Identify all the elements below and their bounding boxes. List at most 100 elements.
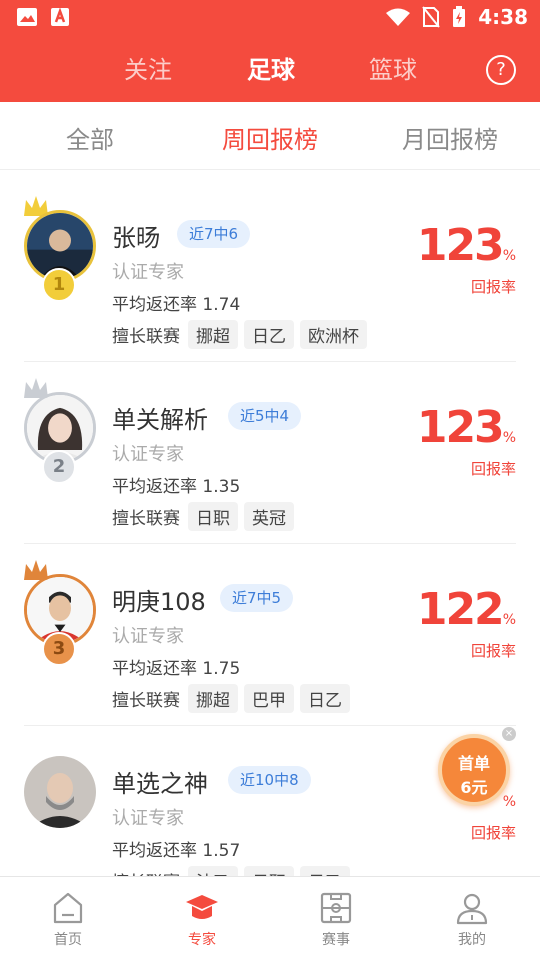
expert-card[interactable]: 3 明庚108 近7中5 认证专家 平均返还率 1.75 擅长联赛 挪超 巴甲 … <box>24 544 516 726</box>
avg-return-label: 平均返还率 <box>112 659 197 679</box>
avatar-container: 1 <box>24 196 96 302</box>
league-tag: 日职 <box>188 501 238 531</box>
expert-card[interactable]: 2 单关解析 近5中4 认证专家 平均返还率 1.35 擅长联赛 日职 英冠 1… <box>24 362 516 544</box>
league-tag: 英冠 <box>244 501 294 531</box>
ranking-sub-tabs: 全部 周回报榜 月回报榜 <box>0 102 540 170</box>
league-tag: 日职 <box>244 865 294 876</box>
subtab-all[interactable]: 全部 <box>66 120 114 155</box>
avatar-container: 2 <box>24 378 96 484</box>
streak-badge: 近10中8 <box>228 766 311 794</box>
nav-expert[interactable]: 专家 <box>162 891 242 949</box>
app-notification-icon <box>51 7 69 26</box>
profile-icon <box>456 893 488 925</box>
avg-return-label: 平均返还率 <box>112 477 197 497</box>
avatar-container <box>24 756 96 828</box>
return-rate-value: 123 <box>416 402 505 453</box>
header: 4:38 关注 足球 篮球 ? <box>0 0 540 102</box>
return-rate-unit: % <box>502 612 516 628</box>
certified-label: 认证专家 <box>112 262 184 283</box>
nav-profile[interactable]: 我的 <box>432 891 512 949</box>
return-rate-label: 回报率 <box>470 824 516 842</box>
nav-label: 专家 <box>188 932 216 948</box>
return-rate-unit: % <box>502 430 516 446</box>
expert-name: 单关解析 <box>112 406 208 434</box>
promo-line2: 6元 <box>460 778 488 797</box>
streak-badge: 近5中4 <box>228 402 302 430</box>
status-time: 4:38 <box>478 5 528 29</box>
avg-return: 平均返还率 1.57 <box>112 836 240 861</box>
return-rate-unit: % <box>502 248 516 264</box>
leagues-row: 擅长联赛 日职 英冠 <box>112 501 294 531</box>
expert-card[interactable]: 单选之神 近10中8 认证专家 平均返还率 1.57 擅长联赛 法乙 日职 日乙… <box>24 726 516 876</box>
avg-return-label: 平均返还率 <box>112 841 197 861</box>
nav-matches[interactable]: 赛事 <box>296 891 376 949</box>
rank-badge: 2 <box>42 450 76 484</box>
leagues-row: 擅长联赛 挪超 巴甲 日乙 <box>112 683 350 713</box>
certified-label: 认证专家 <box>112 808 184 829</box>
promo-close-icon[interactable]: × <box>502 727 516 741</box>
status-bar: 4:38 <box>0 0 540 36</box>
avg-return-value: 1.57 <box>202 841 241 861</box>
nav-label: 我的 <box>458 932 486 948</box>
league-tag: 法乙 <box>188 865 238 876</box>
league-tag: 巴甲 <box>244 683 294 713</box>
league-tag: 日乙 <box>300 865 350 876</box>
tab-follow[interactable]: 关注 <box>124 50 172 85</box>
avg-return: 平均返还率 1.75 <box>112 654 240 679</box>
top-tabs: 关注 足球 篮球 <box>0 50 540 90</box>
return-rate: 123% <box>417 402 516 453</box>
avatar-container: 3 <box>24 560 96 666</box>
avatar-photo <box>24 756 96 828</box>
leagues-row: 擅长联赛 挪超 日乙 欧洲杯 <box>112 319 367 349</box>
nav-label: 赛事 <box>322 932 350 948</box>
subtab-weekly-ranking[interactable]: 周回报榜 <box>222 120 318 155</box>
gallery-notification-icon <box>17 8 37 26</box>
league-tag: 欧洲杯 <box>300 319 367 349</box>
expert-card[interactable]: 1 张旸 近7中6 认证专家 平均返还率 1.74 擅长联赛 挪超 日乙 欧洲杯… <box>24 180 516 362</box>
certified-label: 认证专家 <box>112 626 184 647</box>
expert-cap-icon <box>186 895 218 919</box>
avatar[interactable] <box>24 756 96 828</box>
league-tag: 日乙 <box>244 319 294 349</box>
return-rate-value: 122 <box>416 584 505 635</box>
avg-return-value: 1.35 <box>202 477 241 497</box>
return-rate-label: 回报率 <box>470 460 516 478</box>
league-tag: 挪超 <box>188 683 238 713</box>
subtab-monthly-ranking[interactable]: 月回报榜 <box>402 120 498 155</box>
return-rate: 123% <box>417 220 516 271</box>
wifi-icon <box>386 8 411 26</box>
avg-return-label: 平均返还率 <box>112 295 197 315</box>
leagues-label: 擅长联赛 <box>112 868 180 877</box>
avg-return-value: 1.74 <box>202 295 241 315</box>
help-button[interactable]: ? <box>486 55 516 85</box>
field-icon <box>320 892 352 924</box>
rank-badge: 1 <box>42 268 76 302</box>
nav-home[interactable]: 首页 <box>28 891 108 949</box>
first-order-promo-button[interactable]: 首单 6元 <box>438 734 510 806</box>
bottom-nav: 首页 专家 赛事 我的 <box>0 876 540 960</box>
league-tag: 挪超 <box>188 319 238 349</box>
avg-return: 平均返还率 1.74 <box>112 290 240 315</box>
league-tag: 日乙 <box>300 683 350 713</box>
tab-basketball[interactable]: 篮球 <box>369 50 417 85</box>
promo-line1: 首单 <box>457 754 490 773</box>
expert-name: 张旸 <box>112 224 160 252</box>
avg-return: 平均返还率 1.35 <box>112 472 240 497</box>
leagues-label: 擅长联赛 <box>112 508 180 529</box>
leagues-label: 擅长联赛 <box>112 326 180 347</box>
expert-name: 单选之神 <box>112 770 208 798</box>
tab-football[interactable]: 足球 <box>247 50 295 85</box>
streak-badge: 近7中6 <box>177 220 251 248</box>
no-sim-icon <box>422 6 441 28</box>
leagues-label: 擅长联赛 <box>112 690 180 711</box>
battery-charging-icon <box>453 6 466 27</box>
return-rate: 122% <box>417 584 516 635</box>
return-rate-label: 回报率 <box>470 642 516 660</box>
home-icon <box>53 892 83 924</box>
expert-name: 明庚108 <box>112 588 206 616</box>
nav-label: 首页 <box>54 932 82 948</box>
return-rate-value: 123 <box>416 220 505 271</box>
streak-badge: 近7中5 <box>220 584 294 612</box>
return-rate-label: 回报率 <box>470 278 516 296</box>
rank-badge: 3 <box>42 632 76 666</box>
